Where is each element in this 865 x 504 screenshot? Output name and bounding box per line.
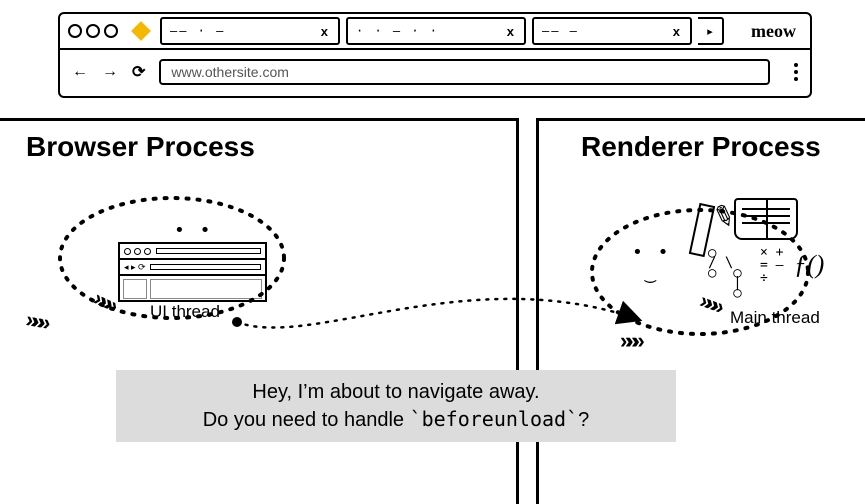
function-icon: ƒ() bbox=[794, 250, 824, 280]
tools-doodle: ✎ ○ / \ ○ ○ | ○ × + = — ÷ ƒ() bbox=[694, 200, 854, 300]
mini-browser-icon: ◂ ▸ ⟳ bbox=[118, 242, 267, 302]
tab-3-label: —— — bbox=[542, 24, 665, 38]
tab-3[interactable]: —— — x bbox=[532, 17, 692, 45]
browser-process-title: Browser Process bbox=[26, 131, 516, 163]
ui-thread-character: • • ‿ ◂ ▸ ⟳ UI thread »»» »»» bbox=[62, 190, 312, 350]
tab-2-label: · · — · · bbox=[356, 24, 499, 38]
renderer-process-title: Renderer Process bbox=[581, 131, 865, 163]
main-thread-character: • • ‿ ✎ ○ / \ ○ ○ | ○ × + = — ÷ ƒ() Main… bbox=[560, 190, 860, 370]
chevrons-icon: »»» bbox=[89, 285, 117, 316]
menu-icon[interactable] bbox=[794, 63, 798, 81]
tab-2-close-icon[interactable]: x bbox=[507, 24, 516, 39]
brand-diamond-icon bbox=[131, 21, 151, 41]
back-icon[interactable]: ← bbox=[72, 63, 88, 81]
main-thread-label: Main thread bbox=[730, 308, 820, 328]
chevrons-icon: »»» bbox=[620, 328, 639, 354]
tab-1-label: —— · — bbox=[170, 24, 313, 38]
address-bar[interactable]: www.othersite.com bbox=[159, 59, 770, 85]
face-icon: • • ‿ bbox=[632, 242, 671, 284]
tab-strip: —— · — x · · — · · x —— — x ▸ meow bbox=[60, 14, 810, 50]
forward-icon[interactable]: → bbox=[102, 63, 118, 81]
ipc-message-line2: Do you need to handle `beforeunload`? bbox=[203, 406, 590, 434]
tab-overflow-icon[interactable]: ▸ bbox=[698, 17, 724, 45]
ipc-message-line1: Hey, I’m about to navigate away. bbox=[252, 379, 539, 406]
brand-text: meow bbox=[751, 21, 802, 42]
ipc-message: Hey, I’m about to navigate away. Do you … bbox=[116, 370, 676, 442]
book-icon bbox=[734, 198, 798, 240]
browser-window: —— · — x · · — · · x —— — x ▸ meow ← → ⟳… bbox=[58, 12, 812, 98]
math-ops-icon: × + = — ÷ bbox=[760, 246, 783, 285]
tab-3-close-icon[interactable]: x bbox=[673, 24, 682, 39]
address-bar-text: www.othersite.com bbox=[171, 64, 288, 80]
reload-icon[interactable]: ⟳ bbox=[132, 62, 145, 82]
ui-thread-label: UI thread bbox=[150, 302, 220, 322]
tab-1-close-icon[interactable]: x bbox=[321, 24, 330, 39]
tab-1[interactable]: —— · — x bbox=[160, 17, 340, 45]
toolbar: ← → ⟳ www.othersite.com bbox=[60, 50, 810, 94]
window-controls bbox=[68, 24, 118, 38]
tab-2[interactable]: · · — · · x bbox=[346, 17, 526, 45]
